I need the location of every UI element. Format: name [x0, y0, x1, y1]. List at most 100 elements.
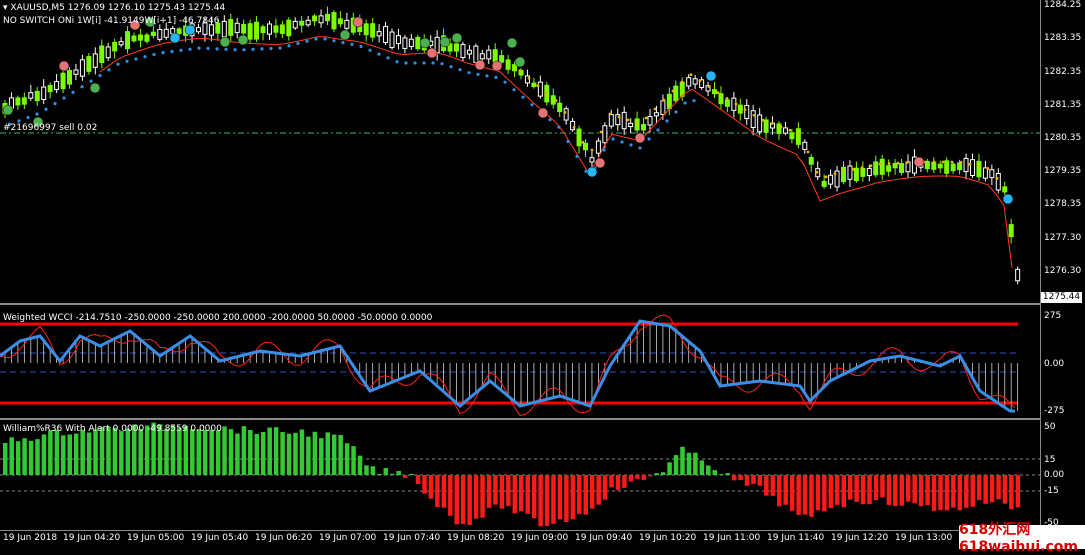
williams-r-bar — [415, 475, 421, 485]
williams-r-bar — [164, 428, 169, 475]
trailing-dot — [548, 118, 552, 122]
williams-r-bar — [473, 475, 479, 519]
williams-r-bar — [390, 473, 395, 475]
williams-r-bar — [41, 434, 47, 475]
trailing-dot — [662, 98, 666, 102]
williams-r-indicator-canvas[interactable] — [0, 420, 1040, 530]
candle-body — [383, 26, 389, 44]
price-chart-canvas[interactable] — [0, 0, 1040, 303]
time-label: 19 Jun 05:00 — [127, 533, 185, 543]
williams-r-bar — [467, 475, 472, 525]
williams-r-bar — [738, 475, 743, 481]
candle-body — [576, 128, 582, 147]
candle-body — [950, 163, 956, 172]
trailing-dot — [368, 48, 372, 52]
candle-body — [163, 28, 169, 38]
trailing-dot — [806, 150, 810, 154]
trailing-dot — [527, 76, 531, 80]
williams-r-bar — [125, 428, 131, 475]
trailing-dot — [995, 176, 999, 180]
trailing-dot — [197, 46, 201, 50]
candle-body — [331, 12, 337, 30]
candle-body — [344, 19, 350, 29]
panel-separator[interactable] — [0, 303, 1040, 305]
signal-marker-icon — [451, 32, 463, 44]
trailing-dot — [545, 91, 549, 95]
signal-marker-icon — [219, 36, 231, 48]
williams-r-bar — [409, 473, 414, 475]
williams-r-bar — [976, 475, 982, 501]
williams-r-bar — [319, 438, 324, 475]
williams-r-bar — [693, 452, 698, 475]
williams-r-bar — [190, 429, 195, 475]
williams-r-bar — [577, 475, 582, 514]
williams-r-bar — [847, 475, 853, 500]
time-label: 19 Jun 11:40 — [767, 533, 825, 543]
chart-window[interactable]: ▾ XAUUSD,M5 1276.09 1276.10 1275.43 1275… — [0, 0, 1085, 555]
candle-body — [286, 19, 292, 37]
trailing-dot — [671, 89, 675, 93]
williams-r-bar — [273, 427, 279, 475]
candle-body — [273, 25, 279, 33]
indicator-title: NO SWITCH ONi 1W[i] -41.9149W[i+1] -46.7… — [3, 16, 220, 26]
wcci-main-line — [0, 319, 1015, 413]
candle-body — [660, 100, 666, 116]
signal-marker-icon — [514, 56, 526, 68]
candle-body — [841, 166, 846, 183]
williams-r-bar — [944, 475, 950, 511]
williams-r-bar — [551, 475, 556, 524]
candle-body — [550, 95, 556, 105]
candle-body — [866, 167, 872, 177]
trailing-dot — [332, 39, 336, 43]
candle-body — [789, 132, 795, 140]
trailing-dot — [566, 139, 570, 143]
williams-r-bar — [802, 475, 808, 515]
trailing-dot — [107, 68, 111, 72]
time-label: 19 Jun 05:40 — [191, 533, 249, 543]
trailing-dot — [629, 143, 633, 147]
williams-r-bar — [293, 432, 298, 475]
williams-r-bar — [757, 475, 763, 486]
trailing-dot — [638, 146, 642, 150]
trailing-dot — [26, 115, 30, 120]
candle-body — [408, 38, 414, 48]
williams-r-bar — [789, 475, 795, 511]
williams-r-bar — [770, 475, 776, 496]
williams-r-bar — [9, 437, 14, 475]
candle-body — [886, 165, 892, 172]
candle-body — [976, 160, 982, 178]
signal-marker-icon — [439, 36, 451, 48]
candle-body — [454, 43, 459, 52]
williams-r-bar — [209, 429, 214, 475]
signal-marker-icon — [352, 16, 364, 28]
signal-marker-icon — [184, 24, 196, 36]
williams-r-bar — [589, 475, 595, 509]
candle-body — [234, 22, 240, 33]
candle-body — [763, 119, 769, 133]
signal-marker-icon — [491, 60, 503, 72]
moving-average-line — [99, 36, 1013, 268]
williams-r-bar — [860, 475, 866, 505]
williams-r-bar — [751, 475, 756, 484]
candle-body — [531, 82, 537, 88]
trailing-dot — [413, 61, 417, 65]
candle-body — [557, 102, 563, 113]
price-axis[interactable] — [1040, 0, 1085, 530]
williams-r-bar — [138, 429, 143, 475]
candle-body — [221, 20, 227, 38]
candle-body — [1002, 186, 1008, 193]
wcci-level-label: -275 — [1044, 406, 1065, 416]
williams-r-bar — [261, 431, 266, 475]
williams-r-bar — [73, 433, 79, 475]
williams-r-bar — [828, 475, 834, 509]
trailing-dot — [395, 60, 399, 64]
trailing-dot — [17, 119, 21, 123]
williams-r-bar — [718, 474, 724, 475]
candle-body — [118, 41, 124, 46]
time-label: 19 Jun 12:20 — [831, 533, 889, 543]
williams-r-bar — [777, 475, 782, 507]
williams-r-bar — [654, 473, 659, 475]
wcci-level-label: 275 — [1044, 311, 1062, 321]
williams-r-bar — [370, 466, 376, 475]
candle-body — [312, 15, 318, 22]
